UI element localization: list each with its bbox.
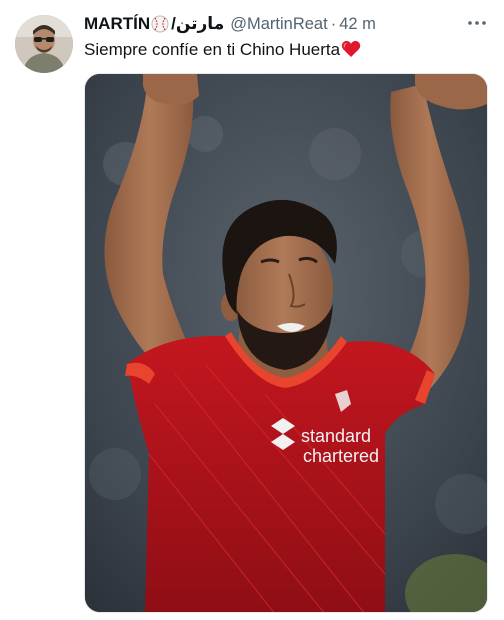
shirt-sponsor-text-1: standard <box>301 426 371 446</box>
display-name-suffix: /مارتن <box>171 14 225 33</box>
more-horizontal-icon[interactable] <box>466 14 488 32</box>
display-name: MARTÍN <box>84 14 151 33</box>
tweet-card[interactable]: MARTÍN /مارتن @MartinReat · 42 m Siempre… <box>0 0 504 620</box>
tweet-media-photo[interactable]: standard chartered <box>84 73 488 613</box>
timestamp[interactable]: 42 m <box>339 15 376 34</box>
tweet-text-body: Siempre confíe en ti Chino Huerta <box>84 40 341 59</box>
baseball-icon <box>151 15 169 33</box>
separator-dot: · <box>330 14 337 33</box>
red-heart-icon <box>341 39 361 59</box>
tweet-text: Siempre confíe en ti Chino Huerta <box>84 38 484 62</box>
avatar[interactable] <box>15 15 73 73</box>
tweet-header: MARTÍN /مارتن @MartinReat · 42 m <box>84 12 474 36</box>
display-name-link[interactable]: MARTÍN /مارتن <box>84 14 230 34</box>
shirt-sponsor-text-2: chartered <box>303 446 379 466</box>
user-handle[interactable]: @MartinReat <box>230 15 327 34</box>
